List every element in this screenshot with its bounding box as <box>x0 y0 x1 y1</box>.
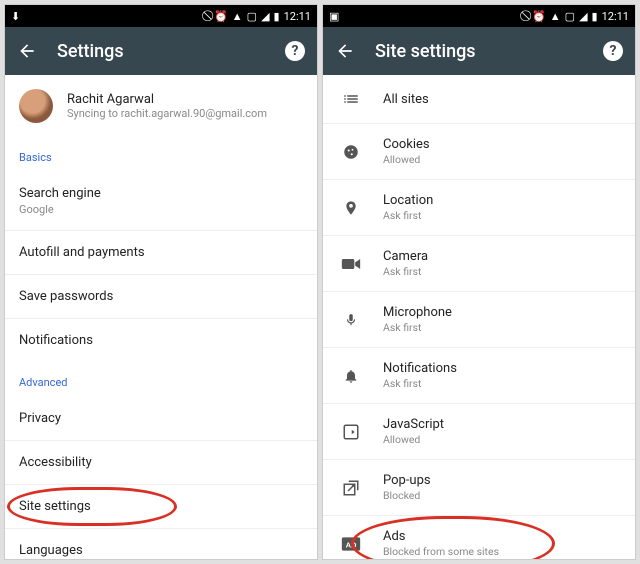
help-button[interactable]: ? <box>603 41 623 61</box>
app-bar: Settings ? <box>5 27 317 75</box>
download-icon: ⬇ <box>11 10 20 23</box>
app-bar: Site settings ? <box>323 27 635 75</box>
clock: 12:11 <box>602 10 629 23</box>
cookies-row[interactable]: CookiesAllowed <box>323 124 635 180</box>
camera-icon <box>337 253 365 275</box>
cookie-icon <box>337 141 365 163</box>
phone-right: ▣ ⃠ ⏰ ▲ ▢ ◢ ▮ 12:11 Site settings ? All … <box>322 4 636 560</box>
svg-text:AD: AD <box>346 540 357 549</box>
no-sim-icon: ▢ <box>247 10 257 23</box>
microphone-icon <box>337 309 365 331</box>
alarm-icon: ⏰ <box>532 10 546 23</box>
phone-left: ⬇ ⃠ ⏰ ▲ ▢ ◢ ▮ 12:11 Settings ? Rachit Ag… <box>4 4 318 560</box>
site-settings-row[interactable]: Site settings <box>5 485 317 529</box>
advanced-section-label: Advanced <box>5 362 317 397</box>
profile-sync: Syncing to rachit.agarwal.90@gmail.com <box>67 107 267 120</box>
profile-name: Rachit Agarwal <box>67 92 267 107</box>
save-passwords-row[interactable]: Save passwords <box>5 275 317 319</box>
microphone-row[interactable]: MicrophoneAsk first <box>323 292 635 348</box>
battery-icon: ▮ <box>592 10 598 23</box>
all-sites-row[interactable]: All sites <box>323 75 635 124</box>
settings-list: Rachit Agarwal Syncing to rachit.agarwal… <box>5 75 317 559</box>
site-settings-list: All sites CookiesAllowed LocationAsk fir… <box>323 75 635 559</box>
page-title: Site settings <box>375 41 603 62</box>
accessibility-row[interactable]: Accessibility <box>5 441 317 485</box>
ads-icon: AD <box>337 533 365 555</box>
camera-row[interactable]: CameraAsk first <box>323 236 635 292</box>
app-icon: ▣ <box>329 10 339 23</box>
javascript-row[interactable]: JavaScriptAllowed <box>323 404 635 460</box>
help-button[interactable]: ? <box>285 41 305 61</box>
javascript-icon <box>337 421 365 443</box>
alarm-icon: ⏰ <box>214 10 228 23</box>
privacy-row[interactable]: Privacy <box>5 397 317 441</box>
bell-icon <box>337 365 365 387</box>
no-sim-icon: ▢ <box>565 10 575 23</box>
back-button[interactable] <box>335 41 355 61</box>
wifi-icon: ▲ <box>232 10 243 23</box>
autofill-row[interactable]: Autofill and payments <box>5 231 317 275</box>
avatar <box>19 89 53 123</box>
search-engine-row[interactable]: Search engine Google <box>5 172 317 231</box>
popup-icon <box>337 477 365 499</box>
profile-row[interactable]: Rachit Agarwal Syncing to rachit.agarwal… <box>5 75 317 137</box>
notifications-row[interactable]: Notifications <box>5 319 317 362</box>
basics-section-label: Basics <box>5 137 317 172</box>
ads-row[interactable]: AD AdsBlocked from some sites <box>323 516 635 559</box>
signal-icon: ◢ <box>579 10 587 23</box>
status-bar: ▣ ⃠ ⏰ ▲ ▢ ◢ ▮ 12:11 <box>323 5 635 27</box>
notifications-row[interactable]: NotificationsAsk first <box>323 348 635 404</box>
clock: 12:11 <box>284 10 311 23</box>
popups-row[interactable]: Pop-upsBlocked <box>323 460 635 516</box>
wifi-icon: ▲ <box>550 10 561 23</box>
battery-icon: ▮ <box>274 10 280 23</box>
location-icon <box>337 197 365 219</box>
page-title: Settings <box>57 41 285 62</box>
status-bar: ⬇ ⃠ ⏰ ▲ ▢ ◢ ▮ 12:11 <box>5 5 317 27</box>
location-row[interactable]: LocationAsk first <box>323 180 635 236</box>
languages-row[interactable]: Languages <box>5 529 317 559</box>
signal-icon: ◢ <box>261 10 269 23</box>
list-icon <box>337 88 365 110</box>
back-button[interactable] <box>17 41 37 61</box>
